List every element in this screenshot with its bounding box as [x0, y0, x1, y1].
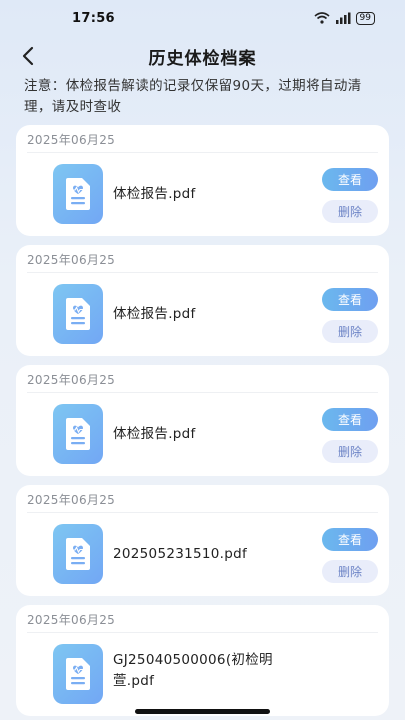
record-date: 2025年06月25	[27, 253, 116, 267]
delete-button[interactable]: 删除	[322, 440, 378, 463]
signal-icon	[335, 12, 351, 24]
view-button[interactable]: 查看	[322, 288, 378, 311]
file-name[interactable]: 体检报告.pdf	[113, 424, 273, 445]
medical-report-icon	[66, 658, 90, 690]
record-date: 2025年06月25	[27, 613, 116, 627]
medical-report-icon	[66, 298, 90, 330]
file-thumbnail[interactable]	[53, 524, 103, 584]
record-card: 2025年06月25 体检报告.pdf 查看 删除	[16, 125, 389, 236]
file-name[interactable]: GJ25040500006(初检明萱.pdf	[113, 650, 273, 692]
retention-notice: 注意：体检报告解读的记录仅保留90天，过期将自动清理，请及时查收	[24, 78, 362, 115]
battery-icon: 99	[355, 11, 375, 25]
record-date: 2025年06月25	[27, 493, 116, 507]
status-icons: 99	[314, 11, 375, 25]
view-button[interactable]: 查看	[322, 528, 378, 551]
medical-report-icon	[66, 178, 90, 210]
chevron-left-icon	[22, 46, 34, 66]
file-thumbnail[interactable]	[53, 284, 103, 344]
divider	[27, 632, 378, 633]
medical-report-icon	[66, 538, 90, 570]
medical-report-icon	[66, 418, 90, 450]
divider	[27, 272, 378, 273]
delete-button[interactable]: 删除	[322, 560, 378, 583]
home-indicator[interactable]	[135, 709, 270, 714]
divider	[27, 512, 378, 513]
delete-button[interactable]: 删除	[322, 320, 378, 343]
file-name[interactable]: 体检报告.pdf	[113, 304, 273, 325]
record-card: 2025年06月25 体检报告.pdf 查看 删除	[16, 365, 389, 476]
back-button[interactable]	[14, 42, 42, 70]
record-date: 2025年06月25	[27, 373, 116, 387]
status-time: 17:56	[72, 10, 115, 26]
file-thumbnail[interactable]	[53, 164, 103, 224]
record-date: 2025年06月25	[27, 133, 116, 147]
page-title: 历史体检档案	[148, 48, 257, 69]
header: 历史体检档案	[0, 38, 405, 74]
wifi-icon	[314, 12, 330, 24]
divider	[27, 392, 378, 393]
record-card: 2025年06月25 体检报告.pdf 查看 删除	[16, 245, 389, 356]
record-card: 2025年06月25 GJ25040500006(初检明萱.pdf	[16, 605, 389, 716]
record-card: 2025年06月25 202505231510.pdf 查看 删除	[16, 485, 389, 596]
view-button[interactable]: 查看	[322, 168, 378, 191]
view-button[interactable]: 查看	[322, 408, 378, 431]
status-bar: 17:56 99	[0, 0, 405, 36]
file-thumbnail[interactable]	[53, 404, 103, 464]
file-name[interactable]: 202505231510.pdf	[113, 544, 273, 565]
record-list: 2025年06月25 体检报告.pdf 查看 删除 2025年06月25 体检报…	[16, 125, 389, 720]
divider	[27, 152, 378, 153]
file-thumbnail[interactable]	[53, 644, 103, 704]
file-name[interactable]: 体检报告.pdf	[113, 184, 273, 205]
delete-button[interactable]: 删除	[322, 200, 378, 223]
